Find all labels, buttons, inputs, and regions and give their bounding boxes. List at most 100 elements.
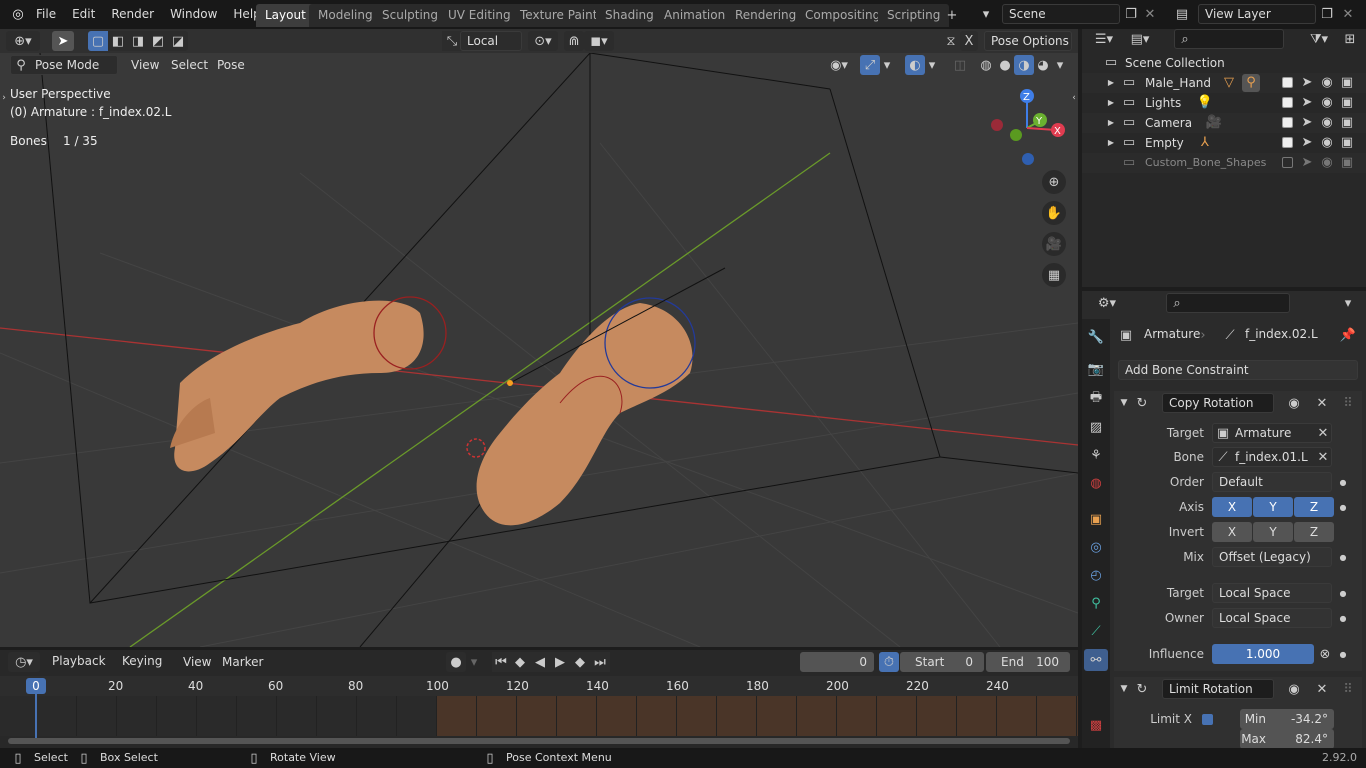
invert-y-button[interactable]: Y [1253, 522, 1293, 542]
collapse-icon[interactable]: ▼ [1118, 679, 1130, 699]
close-view-layer-icon[interactable]: ✕ [1340, 4, 1356, 24]
shading-rendered-icon[interactable]: ◕ [1033, 55, 1053, 75]
render-icon[interactable]: ▣ [1340, 93, 1354, 113]
constraint-visibility-icon[interactable]: ◉ [1286, 679, 1302, 699]
transform-orientation-dropdown[interactable]: Local [460, 31, 522, 51]
tab-scripting[interactable]: Scripting [878, 4, 950, 27]
mirror-x-icon[interactable]: ⧖ [942, 31, 960, 51]
drag-handle-icon[interactable]: ⠿ [1340, 679, 1356, 699]
axis-keyframe-icon[interactable]: ● [1338, 497, 1348, 517]
filter-icon[interactable]: ⧩▾ [1304, 29, 1334, 49]
preview-range-icon[interactable]: ⏱ [879, 652, 899, 672]
select-box-mode-icon[interactable]: ▢ [88, 31, 108, 51]
outliner-row-custom-bone-shapes[interactable]: ▭ Custom_Bone_Shapes ➤ ◉ ▣ [1082, 153, 1366, 173]
modifiers-tab-icon[interactable]: ◎ [1086, 537, 1106, 557]
selectable-icon[interactable]: ➤ [1300, 133, 1314, 153]
scene-tab-icon[interactable]: ⚘ [1086, 445, 1106, 465]
playback-menu[interactable]: Playback [46, 652, 114, 672]
pin-icon[interactable]: 📌 [1340, 325, 1356, 345]
transform-orientation-icon[interactable]: ⤡ [442, 31, 462, 51]
tool-tab-icon[interactable]: 🔧 [1086, 327, 1106, 347]
axis-y-button[interactable]: Y [1253, 497, 1293, 517]
selectable-icon[interactable]: ➤ [1300, 93, 1314, 113]
timeline-view-menu[interactable]: View [183, 655, 211, 669]
gizmo-dropdown-icon[interactable]: ▾ [880, 55, 894, 75]
editor-type-icon[interactable]: ⊕▾ [6, 31, 40, 51]
outliner-row-scene-collection[interactable]: ▭ Scene Collection [1082, 53, 1366, 73]
mirror-x-button[interactable]: X [960, 31, 978, 51]
shading-dropdown-icon[interactable]: ▾ [1053, 55, 1067, 75]
influence-slider[interactable]: 1.000 [1212, 644, 1314, 664]
left-panel-toggle-icon[interactable]: › [0, 92, 8, 104]
eye-icon[interactable]: ◉ [1320, 93, 1334, 113]
eye-icon[interactable]: ◉ [1320, 133, 1334, 153]
pan-hand-icon[interactable]: ✋ [1042, 201, 1066, 225]
outliner-row-male-hand[interactable]: ▶ ▭ Male_Hand ▽ ⚲ ➤ ◉ ▣ [1082, 73, 1366, 93]
influence-keyframe-icon[interactable]: ● [1338, 644, 1348, 664]
owner-space-dropdown[interactable]: Local Space [1212, 608, 1332, 628]
camera-checkbox[interactable] [1282, 117, 1293, 128]
zoom-icon[interactable]: ⊕ [1042, 170, 1066, 194]
max-field[interactable]: Max 82.4° [1240, 729, 1334, 749]
male-hand-checkbox[interactable] [1282, 77, 1293, 88]
display-mode-icon[interactable]: ▤▾ [1126, 29, 1154, 49]
start-frame-field[interactable]: Start 0 [900, 652, 984, 672]
properties-options-icon[interactable]: ▾ [1340, 293, 1356, 313]
selectable-icon[interactable]: ➤ [1300, 113, 1314, 133]
object-tab-icon[interactable]: ▣ [1086, 509, 1106, 529]
timeline-editor-icon[interactable]: ◷▾ [8, 652, 40, 672]
tab-uv-editing[interactable]: UV Editing [439, 4, 520, 27]
bone-field[interactable]: f_index.01.L [1212, 447, 1332, 467]
shading-solid-icon[interactable]: ● [995, 55, 1015, 75]
visibility-icon[interactable]: ◉▾ [824, 55, 854, 75]
play-icon[interactable]: ▶ [550, 652, 570, 672]
select-menu[interactable]: Select [171, 58, 208, 72]
clear-bone-icon[interactable]: ✕ [1316, 447, 1330, 467]
select-tool-icon[interactable]: ➤ [52, 31, 74, 51]
render-icon[interactable]: ▣ [1340, 113, 1354, 133]
render-tab-icon[interactable]: 📷 [1086, 359, 1106, 379]
order-dropdown[interactable]: Default [1212, 472, 1332, 492]
menu-file[interactable]: File [28, 1, 64, 27]
mix-keyframe-icon[interactable]: ● [1338, 547, 1348, 567]
render-icon[interactable]: ▣ [1340, 133, 1354, 153]
outliner-editor-icon[interactable]: ☰▾ [1090, 29, 1118, 49]
world-tab-icon[interactable]: ◍ [1086, 473, 1106, 493]
tab-sculpting[interactable]: Sculpting [373, 4, 448, 27]
close-scene-icon[interactable]: ✕ [1142, 4, 1158, 24]
pose-menu[interactable]: Pose [217, 58, 245, 72]
tab-shading[interactable]: Shading [596, 4, 663, 27]
selectable-icon[interactable]: ➤ [1300, 153, 1314, 173]
outliner-row-lights[interactable]: ▶ ▭ Lights 💡 ➤ ◉ ▣ [1082, 93, 1366, 113]
menu-window[interactable]: Window [162, 1, 225, 27]
outliner-row-empty[interactable]: ▶ ▭ Empty ⅄ ➤ ◉ ▣ [1082, 133, 1366, 153]
delete-constraint-icon[interactable]: ✕ [1314, 679, 1330, 699]
copy-rotation-name-input[interactable]: Copy Rotation [1162, 393, 1274, 413]
next-keyframe-icon[interactable]: ◆ [570, 652, 590, 672]
keying-menu[interactable]: Keying [116, 652, 174, 672]
delete-constraint-icon[interactable]: ✕ [1314, 393, 1330, 413]
overlays-toggle-icon[interactable]: ◐ [905, 55, 925, 75]
view-layer-icon[interactable]: ▤ [1168, 4, 1196, 24]
snap-icon[interactable]: ⋒ [564, 31, 584, 51]
play-reverse-icon[interactable]: ◀ [530, 652, 550, 672]
eye-icon[interactable]: ◉ [1320, 113, 1334, 133]
target-space-dropdown[interactable]: Local Space [1212, 583, 1332, 603]
add-workspace-icon[interactable]: + [944, 5, 960, 25]
camera-view-icon[interactable]: 🎥 [1042, 232, 1066, 256]
target-space-keyframe-icon[interactable]: ● [1338, 583, 1348, 603]
expand-icon[interactable]: ▶ [1106, 133, 1116, 153]
outliner-row-camera[interactable]: ▶ ▭ Camera 🎥 ➤ ◉ ▣ [1082, 113, 1366, 133]
timeline-scrollbar[interactable] [8, 738, 1070, 744]
eye-icon[interactable]: ◉ [1320, 73, 1334, 93]
select-invert-icon[interactable]: ◩ [148, 31, 168, 51]
eye-icon[interactable]: ◉ [1320, 153, 1334, 173]
expand-icon[interactable]: ▶ [1106, 113, 1116, 133]
tab-compositing[interactable]: Compositing [796, 4, 890, 27]
disable-keep-icon[interactable]: ⊗ [1316, 644, 1334, 664]
new-scene-icon[interactable]: ❐ [1122, 4, 1140, 24]
drag-handle-icon[interactable]: ⠿ [1340, 393, 1356, 413]
gizmo-toggle-icon[interactable]: ⤢ [860, 55, 880, 75]
menu-edit[interactable]: Edit [64, 1, 103, 27]
add-bone-constraint-dropdown[interactable]: Add Bone Constraint [1118, 360, 1358, 380]
